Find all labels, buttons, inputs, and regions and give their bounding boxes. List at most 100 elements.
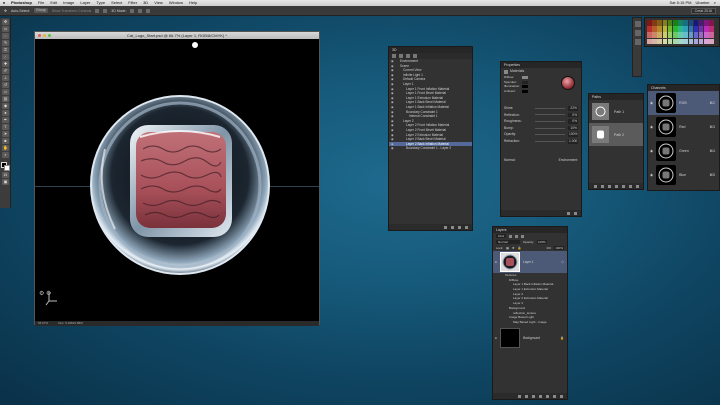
slider-value[interactable]: 0% <box>568 119 578 124</box>
color-swatch[interactable] <box>698 32 704 38</box>
load-selection-icon[interactable] <box>608 184 611 188</box>
link-layers-icon[interactable] <box>518 394 521 398</box>
history-brush-tool-button[interactable]: ↺ <box>2 82 9 88</box>
document-title-bar[interactable]: Cat_Logo_Start.psd @ 66.7% (Layer 1, RGB… <box>35 32 319 39</box>
scene-item[interactable]: ◉ Boundary Constraint 1 - Layer 2 <box>389 146 472 151</box>
layer1-3d-icon[interactable]: ⬡ <box>561 260 567 264</box>
material-slider-row[interactable]: Bump: 10% <box>501 125 581 132</box>
blend-mode-dropdown[interactable]: Normal <box>496 240 520 244</box>
color-swatch[interactable] <box>693 38 699 45</box>
filter-pixel-icon[interactable] <box>509 234 513 238</box>
quick-mask-button[interactable]: ◘ <box>2 172 9 178</box>
dock-styles-icon[interactable] <box>635 39 641 45</box>
screen-mode-button[interactable]: ▣ <box>2 179 9 185</box>
delete-layer-icon[interactable] <box>560 394 563 398</box>
material-preview-sphere[interactable] <box>561 76 575 90</box>
adjustment-layer-icon[interactable] <box>539 394 542 398</box>
orbit-icon[interactable] <box>130 8 135 13</box>
orbit-widget-icon[interactable]: ⚙ ⚙ <box>39 290 51 297</box>
status-zoom[interactable]: 66.67% <box>38 321 48 326</box>
material-slider-row[interactable]: Opacity: 100% <box>501 131 581 138</box>
color-swatch[interactable] <box>704 32 709 38</box>
move-tool-icon[interactable]: ✥ <box>4 9 7 13</box>
opacity-value[interactable]: 100% <box>537 240 547 244</box>
color-swatch[interactable] <box>688 38 694 45</box>
color-swatch[interactable] <box>662 32 668 38</box>
filter-mesh-icon[interactable] <box>399 54 403 58</box>
marquee-tool-button[interactable]: ▭ <box>2 26 9 32</box>
shape-tool-button[interactable]: ■ <box>2 138 9 144</box>
color-swatch[interactable] <box>693 20 699 26</box>
add-mask-layer-icon[interactable] <box>532 394 535 398</box>
channel-visibility-icon[interactable]: ◉ <box>650 101 653 105</box>
color-swatch[interactable] <box>683 26 688 32</box>
channel-row[interactable]: ◉ RGB ⌘2 <box>648 91 719 115</box>
channel-visibility-icon[interactable]: ◉ <box>650 149 653 153</box>
color-swatch[interactable] <box>667 38 673 45</box>
filter-adjust-icon[interactable] <box>515 234 519 238</box>
visibility-icon[interactable]: ◉ <box>391 146 395 151</box>
color-swatch[interactable] <box>683 20 688 26</box>
quick-select-tool-button[interactable]: ✎ <box>2 40 9 46</box>
color-swatch[interactable] <box>652 20 657 26</box>
color-swatch[interactable] <box>647 38 652 45</box>
new-layer-icon[interactable] <box>553 394 556 398</box>
material-slider-row[interactable]: Shine: 22% <box>501 105 581 112</box>
color-swatch[interactable] <box>698 26 704 32</box>
color-swatch[interactable] <box>672 20 678 26</box>
workspace-dropdown[interactable]: Creat 2016 <box>690 7 716 14</box>
document-canvas[interactable]: ⚙ ⚙ <box>35 39 319 321</box>
clone-stamp-tool-button[interactable]: ⊥ <box>2 75 9 81</box>
distribute-icon[interactable] <box>103 8 108 13</box>
3d-logo-render[interactable]: ⚙ ⚙ <box>35 39 321 321</box>
make-path-icon[interactable] <box>615 184 618 188</box>
zoom-tool-button[interactable]: ⌕ <box>2 152 9 158</box>
background-name[interactable]: Background <box>523 336 540 340</box>
color-swatch[interactable] <box>709 26 714 32</box>
color-swatch[interactable] <box>683 38 688 45</box>
eyedropper-tool-button[interactable]: ⁄ <box>2 54 9 60</box>
ambient-swatch[interactable] <box>522 89 528 93</box>
color-swatch[interactable] <box>672 32 678 38</box>
slider-track[interactable] <box>535 127 565 129</box>
color-swatch[interactable] <box>693 32 699 38</box>
layer-select-dropdown[interactable]: Group <box>34 8 48 13</box>
layer1-name[interactable]: Layer 1 <box>523 260 534 264</box>
new-group-icon[interactable] <box>546 394 549 398</box>
align-icon[interactable] <box>95 8 100 13</box>
color-swatch[interactable] <box>657 20 662 26</box>
lock-position-icon[interactable]: ✥ <box>512 246 515 250</box>
channel-row[interactable]: ◉ Blue ⌘5 <box>648 163 719 187</box>
layer-row-layer1[interactable]: ● Layer 1 ⬡ <box>493 251 567 273</box>
slider-value[interactable]: 10% <box>568 125 578 131</box>
color-swatch[interactable] <box>704 38 709 45</box>
color-swatch[interactable] <box>693 26 699 32</box>
layer-row-background[interactable]: ● Background 🔒 <box>493 327 567 349</box>
add-light-icon[interactable] <box>451 225 454 229</box>
path-select-tool-button[interactable]: ➤ <box>2 131 9 137</box>
filter-material-icon[interactable] <box>406 54 410 58</box>
color-swatch[interactable] <box>647 26 652 32</box>
filter-scene-icon[interactable] <box>392 54 396 58</box>
slider-value[interactable]: 100% <box>568 132 578 137</box>
channel-row[interactable]: ◉ Red ⌘3 <box>648 115 719 139</box>
add-mask-icon[interactable] <box>622 184 625 188</box>
delete-path-icon[interactable] <box>636 184 639 188</box>
environment-label[interactable]: Environment: <box>559 157 578 164</box>
transform-controls-checkbox[interactable]: Show Transform Controls <box>52 9 92 13</box>
color-swatch[interactable] <box>704 20 709 26</box>
canvas-close-badge[interactable] <box>192 42 198 48</box>
layer-texture-item[interactable]: Map Based Light - Image <box>493 320 567 325</box>
color-swatch[interactable] <box>657 32 662 38</box>
render-icon[interactable] <box>444 225 447 229</box>
color-swatch[interactable] <box>667 32 673 38</box>
channel-visibility-icon[interactable]: ◉ <box>650 125 653 129</box>
properties-delete-icon[interactable] <box>574 211 577 215</box>
color-swatch[interactable] <box>678 26 683 32</box>
color-swatch[interactable] <box>698 38 704 45</box>
normal-label[interactable]: Normal: <box>504 157 516 164</box>
move-tool-button[interactable]: ✥ <box>2 19 9 25</box>
roll-icon[interactable] <box>138 8 143 13</box>
color-swatch[interactable] <box>704 26 709 32</box>
filter-type-icon[interactable] <box>521 234 525 238</box>
